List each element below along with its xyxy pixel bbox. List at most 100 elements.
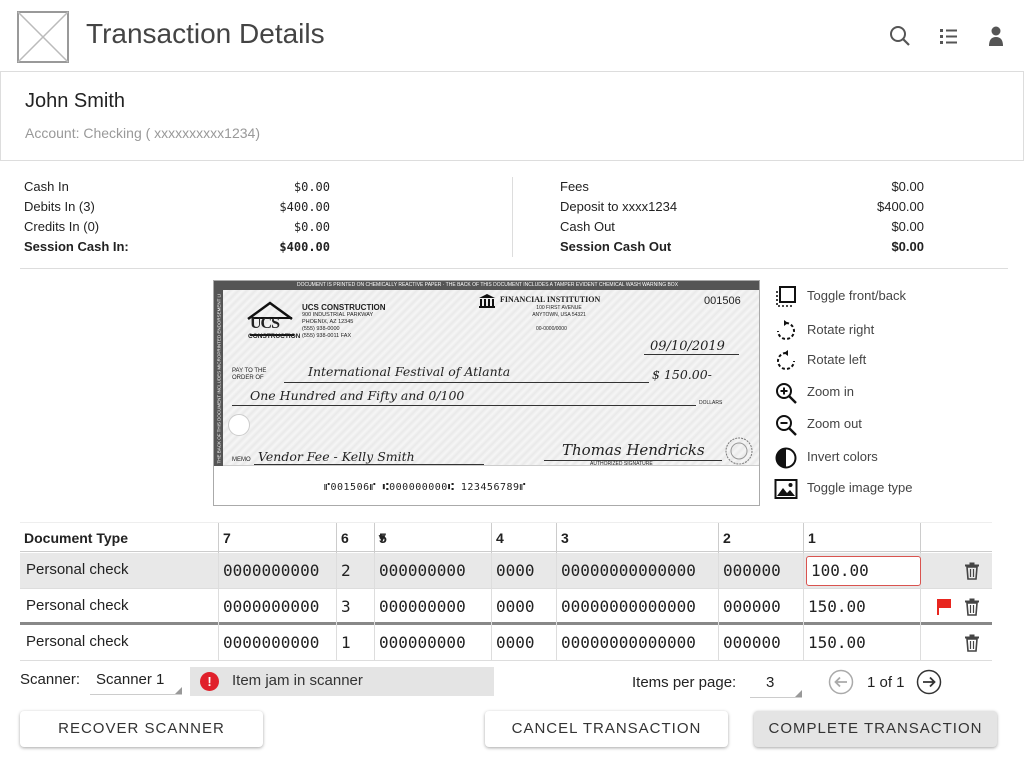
error-icon: ! xyxy=(200,672,219,691)
items-per-page-select[interactable]: 3 xyxy=(750,668,802,698)
field-cell-5[interactable]: 000000000 xyxy=(375,553,492,589)
bank-name: FINANCIAL INSTITUTION xyxy=(500,295,601,304)
session-out-row: Cash Out $0.00 xyxy=(560,217,924,237)
table-row[interactable]: Personal check 0000000000 1 000000000 0000 00… xyxy=(20,625,992,661)
column-header-label: 1 xyxy=(808,530,816,546)
check-signature: Thomas Hendricks xyxy=(562,441,705,459)
field-cell-4[interactable]: 0000 xyxy=(492,625,557,661)
column-header-2[interactable]: 2 xyxy=(719,523,804,553)
column-header-label: 6 xyxy=(341,530,349,546)
table-row[interactable]: Personal check 0000000000 2 000000000 0000 00… xyxy=(20,553,992,589)
column-header-label: Document Type xyxy=(24,530,128,546)
column-header-3[interactable]: 3 xyxy=(557,523,719,553)
field-cell-2[interactable]: 000000 xyxy=(719,625,804,661)
cell-value: 00000000000000 xyxy=(561,597,696,616)
cell-value: 000000 xyxy=(723,561,781,580)
tool-rotate-left[interactable]: Rotate left xyxy=(774,347,994,373)
tool-zoom-out[interactable]: Zoom out xyxy=(774,411,994,437)
column-header-5[interactable]: 5 xyxy=(375,523,492,553)
document-type-cell[interactable]: Personal check xyxy=(20,625,219,661)
column-header-7[interactable]: 7 xyxy=(219,523,337,553)
page-indicator: 1 of 1 xyxy=(867,674,905,691)
tool-toggle-front-back[interactable]: Toggle front/back xyxy=(774,283,994,309)
tool-invert-colors[interactable]: Invert colors xyxy=(774,444,994,470)
session-out-value: $0.00 xyxy=(891,239,924,254)
customer-name: John Smith xyxy=(25,90,126,112)
items-per-page-label: Items per page: xyxy=(632,674,737,691)
field-cell-6[interactable]: 2 xyxy=(337,553,375,589)
field-cell-1[interactable]: 100.00 xyxy=(804,553,921,589)
select-corner-icon xyxy=(175,687,182,694)
field-cell-6[interactable]: 1 xyxy=(337,625,375,661)
session-in-row: Cash In $0.00 xyxy=(24,177,330,197)
field-cell-4[interactable]: 0000 xyxy=(492,553,557,589)
column-header-document-type[interactable]: Document Type xyxy=(20,523,219,553)
prev-page-icon[interactable] xyxy=(828,669,854,695)
cell-value: 150.00 xyxy=(808,597,866,616)
field-cell-4[interactable]: 0000 xyxy=(492,589,557,625)
field-cell-3[interactable]: 00000000000000 xyxy=(557,553,719,589)
field-cell-5[interactable]: 000000000 xyxy=(375,625,492,661)
dollars-label: DOLLARS xyxy=(699,400,723,406)
column-header-4[interactable]: 4 xyxy=(492,523,557,553)
document-type-cell[interactable]: Personal check xyxy=(20,553,219,589)
user-icon[interactable] xyxy=(985,25,1007,47)
company-logo-text: UCS xyxy=(250,315,280,332)
summary-left: Cash In $0.00 Debits In (3) $400.00 Credits … xyxy=(24,177,330,259)
check-top-banner: DOCUMENT IS PRINTED ON CHEMICALLY REACTI… xyxy=(214,281,759,290)
tool-zoom-in[interactable]: Zoom in xyxy=(774,379,994,405)
session-in-value: $0.00 xyxy=(293,180,330,194)
image-icon xyxy=(774,477,798,501)
flag-icon[interactable] xyxy=(936,598,952,621)
cancel-transaction-button[interactable]: CANCEL TRANSACTION xyxy=(485,711,728,747)
session-in-row: Session Cash In: $400.00 xyxy=(24,237,330,257)
field-cell-1[interactable]: 150.00 xyxy=(804,589,921,625)
session-in-value: $0.00 xyxy=(293,220,330,234)
cell-value: 0000 xyxy=(496,633,535,652)
field-cell-7[interactable]: 0000000000 xyxy=(219,625,337,661)
signature-label: AUTHORIZED SIGNATURE xyxy=(590,461,653,467)
field-cell-5[interactable]: 000000000 xyxy=(375,589,492,625)
session-out-row: Session Cash Out $0.00 xyxy=(560,237,924,257)
field-cell-3[interactable]: 00000000000000 xyxy=(557,625,719,661)
complete-transaction-button[interactable]: COMPLETE TRANSACTION xyxy=(754,711,997,747)
column-header-6[interactable]: 6 ▼ xyxy=(337,523,388,553)
recover-scanner-button[interactable]: RECOVER SCANNER xyxy=(20,711,263,747)
next-page-icon[interactable] xyxy=(916,669,942,695)
company-name: UCS CONSTRUCTION xyxy=(302,303,386,312)
field-cell-1[interactable]: 150.00 xyxy=(804,625,921,661)
session-in-row: Credits In (0) $0.00 xyxy=(24,217,330,237)
company-address: 900 INDUSTRIAL PARKWAY PHOENIX, AZ 12345… xyxy=(302,312,374,339)
cell-value: 000000000 xyxy=(379,561,466,580)
column-header-label: 2 xyxy=(723,530,731,546)
trash-icon[interactable] xyxy=(964,634,980,657)
field-cell-7[interactable]: 0000000000 xyxy=(219,553,337,589)
document-type-cell[interactable]: Personal check xyxy=(20,589,219,625)
tool-label: Invert colors xyxy=(807,449,878,464)
tool-rotate-right[interactable]: Rotate right xyxy=(774,317,994,343)
select-corner-icon xyxy=(795,690,802,697)
field-cell-7[interactable]: 0000000000 xyxy=(219,589,337,625)
field-cell-6[interactable]: 3 xyxy=(337,589,375,625)
logo-placeholder-icon xyxy=(17,11,69,63)
tool-label: Rotate right xyxy=(807,322,875,337)
company-logo-sub: CONSTRUCTION xyxy=(248,333,301,340)
field-cell-3[interactable]: 00000000000000 xyxy=(557,589,719,625)
search-icon[interactable] xyxy=(889,25,911,47)
routing-fraction: 00-0000/0000 xyxy=(536,326,567,332)
table-row[interactable]: Personal check 0000000000 3 000000000 0000 00… xyxy=(20,589,992,625)
amount-input[interactable]: 100.00 xyxy=(806,556,921,586)
session-out-value: $400.00 xyxy=(877,199,924,214)
session-out-value: $0.00 xyxy=(891,219,924,234)
tool-image[interactable]: Toggle image type xyxy=(774,475,994,501)
column-header-label: 4 xyxy=(496,530,504,546)
scanner-select[interactable]: Scanner 1 xyxy=(90,667,182,695)
trash-icon[interactable] xyxy=(964,562,980,585)
trash-icon[interactable] xyxy=(964,598,980,621)
list-icon[interactable] xyxy=(938,25,960,47)
check-amount: $ 150.00- xyxy=(652,367,712,382)
field-cell-2[interactable]: 000000 xyxy=(719,589,804,625)
field-cell-2[interactable]: 000000 xyxy=(719,553,804,589)
memo-label: MEMO xyxy=(232,457,251,463)
column-header-1[interactable]: 1 xyxy=(804,523,921,553)
